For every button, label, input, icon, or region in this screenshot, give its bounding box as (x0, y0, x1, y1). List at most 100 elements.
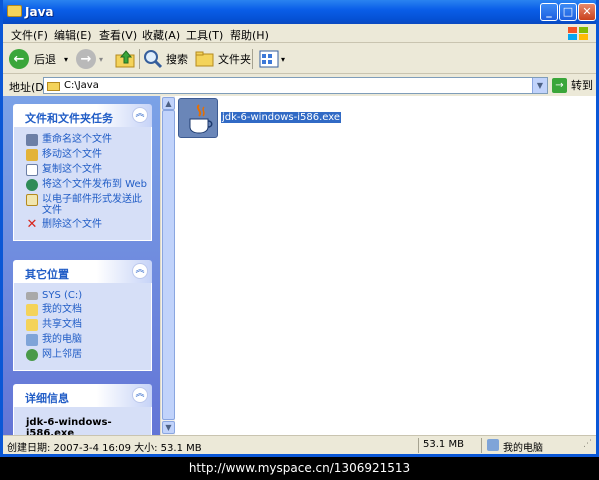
task-email[interactable]: 以电子邮件形式发送此文件 (26, 194, 151, 216)
delete-icon: ✕ (26, 217, 38, 232)
drive-icon (26, 292, 38, 300)
place-label: 我的电脑 (42, 334, 82, 345)
views-dropdown-icon: ▾ (281, 54, 286, 64)
file-tasks-title: 文件和文件夹任务 (25, 112, 113, 125)
rename-icon (26, 134, 38, 146)
email-icon (26, 194, 38, 206)
status-bar: 创建日期: 2007-3-4 16:09 大小: 53.1 MB 53.1 MB… (3, 435, 596, 454)
task-delete[interactable]: ✕ 删除这个文件 (26, 217, 151, 232)
back-arrow-icon: ← (9, 49, 29, 69)
place-my-computer[interactable]: 我的电脑 (26, 334, 151, 346)
toolbar: ← 后退 ▾ → ▾ 搜索 文件夹 ▾ (3, 43, 596, 74)
details-title: 详细信息 (25, 392, 69, 405)
details-body: jdk-6-windows-i586.exe 应用程序 (13, 407, 152, 435)
address-input[interactable]: C:\Java ▼ (43, 77, 548, 94)
back-dropdown-icon[interactable]: ▾ (64, 55, 68, 64)
menu-view[interactable]: 查看(V) (99, 27, 137, 43)
task-copy[interactable]: 复制这个文件 (26, 164, 151, 176)
go-label: 转到 (571, 79, 593, 92)
other-places-title: 其它位置 (25, 268, 69, 281)
network-icon (26, 349, 38, 361)
file-item[interactable]: jdk-6-windows-i586.exe (178, 98, 343, 138)
close-button[interactable]: ✕ (578, 3, 596, 21)
watermark-text: http://www.myspace.cn/1306921513 (0, 457, 599, 480)
menu-tools[interactable]: 工具(T) (186, 27, 223, 43)
place-shared-documents[interactable]: 共享文档 (26, 319, 151, 331)
task-move[interactable]: 移动这个文件 (26, 149, 151, 161)
details-header[interactable]: 详细信息 ︽ (13, 384, 152, 407)
task-label: 重命名这个文件 (42, 134, 112, 145)
status-size: 53.1 MB (423, 439, 464, 450)
explorer-window: Java _ □ ✕ 文件(F) 编辑(E) 查看(V) 收藏(A) 工具(T)… (0, 0, 599, 457)
up-folder-button[interactable] (115, 47, 137, 71)
task-label: 以电子邮件形式发送此文件 (42, 194, 142, 216)
computer-icon (487, 439, 499, 451)
views-button[interactable]: ▾ (259, 47, 285, 71)
status-info: 创建日期: 2007-3-4 16:09 大小: 53.1 MB (7, 443, 202, 454)
collapse-chevron-icon[interactable]: ︽ (132, 263, 148, 279)
place-sys-drive[interactable]: SYS (C:) (26, 290, 151, 301)
folders-icon (195, 51, 214, 67)
resize-grip-icon[interactable]: ⋰ (583, 439, 592, 449)
back-button[interactable]: ← 后退 ▾ (9, 47, 68, 71)
task-pane: 文件和文件夹任务 ︽ 重命名这个文件 移动这个文件 复制这个文件 将这个文件发布… (3, 96, 160, 435)
file-tasks-panel: 文件和文件夹任务 ︽ 重命名这个文件 移动这个文件 复制这个文件 将这个文件发布… (13, 104, 152, 241)
task-rename[interactable]: 重命名这个文件 (26, 134, 151, 146)
title-bar[interactable]: Java _ □ ✕ (3, 0, 596, 24)
other-places-header[interactable]: 其它位置 ︽ (13, 260, 152, 283)
other-places-panel: 其它位置 ︽ SYS (C:) 我的文档 共享文档 我的电脑 网上邻居 (13, 260, 152, 371)
maximize-button[interactable]: □ (559, 3, 577, 21)
task-label: 移动这个文件 (42, 149, 102, 160)
forward-button[interactable]: → ▾ (76, 47, 103, 71)
up-folder-icon (115, 50, 135, 68)
windows-logo-icon (568, 27, 588, 40)
place-label: 我的文档 (42, 304, 82, 315)
search-button[interactable]: 搜索 (143, 47, 188, 71)
address-path: C:\Java (64, 80, 99, 91)
details-panel: 详细信息 ︽ jdk-6-windows-i586.exe 应用程序 (13, 384, 152, 435)
search-icon (144, 50, 163, 69)
file-tasks-header[interactable]: 文件和文件夹任务 ︽ (13, 104, 152, 127)
collapse-chevron-icon[interactable]: ︽ (132, 107, 148, 123)
go-button[interactable]: → 转到 (552, 77, 593, 93)
file-name-label[interactable]: jdk-6-windows-i586.exe (219, 111, 343, 124)
scroll-up-icon[interactable]: ▲ (162, 97, 175, 110)
task-label: 删除这个文件 (42, 219, 102, 230)
other-places-body: SYS (C:) 我的文档 共享文档 我的电脑 网上邻居 (13, 283, 152, 371)
file-tasks-body: 重命名这个文件 移动这个文件 复制这个文件 将这个文件发布到 Web 以电子邮件… (13, 127, 152, 241)
scroll-down-icon[interactable]: ▼ (162, 421, 175, 434)
views-icon (259, 50, 279, 68)
task-publish-web[interactable]: 将这个文件发布到 Web (26, 179, 151, 191)
back-label: 后退 (34, 53, 56, 66)
place-my-documents[interactable]: 我的文档 (26, 304, 151, 316)
menu-edit[interactable]: 编辑(E) (54, 27, 92, 43)
folder-icon (47, 82, 60, 91)
search-label: 搜索 (166, 53, 188, 66)
forward-dropdown-icon[interactable]: ▾ (99, 55, 103, 64)
task-pane-scrollbar[interactable]: ▲ ▼ (160, 96, 175, 435)
toolbar-separator (252, 49, 253, 69)
menu-file[interactable]: 文件(F) (11, 27, 48, 43)
menu-help[interactable]: 帮助(H) (230, 27, 269, 43)
move-icon (26, 149, 38, 161)
scroll-thumb[interactable] (162, 110, 175, 420)
folders-button[interactable]: 文件夹 (195, 47, 251, 71)
documents-folder-icon (26, 304, 38, 316)
details-filename: jdk-6-windows-i586.exe (26, 417, 112, 435)
status-divider (418, 438, 419, 453)
address-dropdown-icon[interactable]: ▼ (532, 78, 547, 93)
place-network[interactable]: 网上邻居 (26, 349, 151, 361)
toolbar-separator (139, 49, 140, 69)
minimize-button[interactable]: _ (540, 3, 558, 21)
globe-icon (26, 179, 38, 191)
address-bar: 地址(D) C:\Java ▼ → 转到 (3, 75, 596, 96)
folders-label: 文件夹 (218, 53, 251, 66)
forward-arrow-icon: → (76, 49, 96, 69)
java-cup-icon (178, 98, 218, 138)
place-label: 网上邻居 (42, 349, 82, 360)
collapse-chevron-icon[interactable]: ︽ (132, 387, 148, 403)
go-arrow-icon: → (552, 77, 567, 93)
folder-icon (7, 5, 22, 17)
task-label: 将这个文件发布到 Web (42, 179, 147, 190)
menu-favorites[interactable]: 收藏(A) (142, 27, 180, 43)
